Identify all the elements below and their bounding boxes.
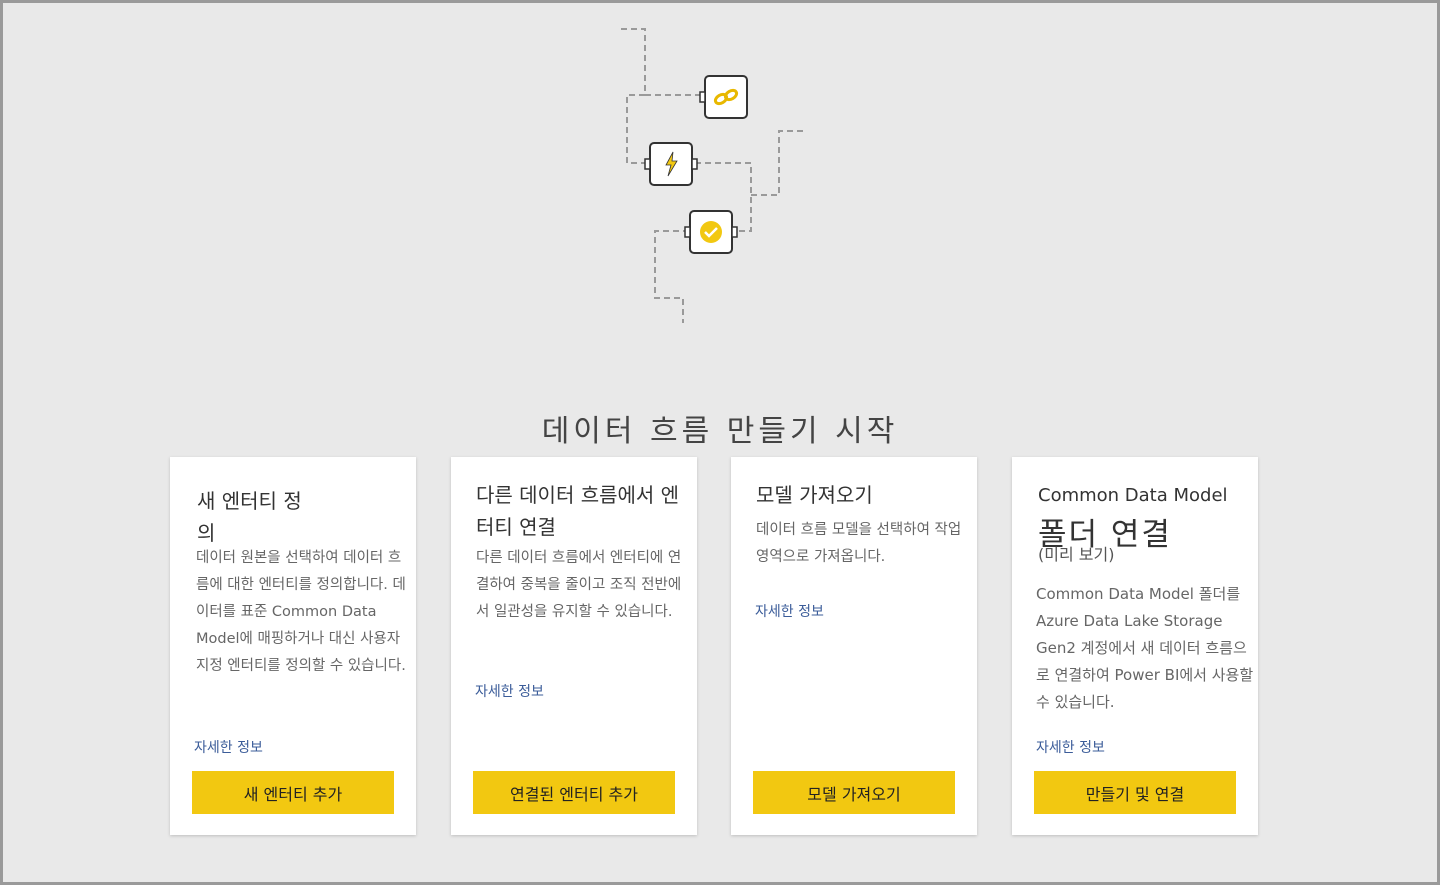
- card-description: Common Data Model 폴더를 Azure Data Lake St…: [1036, 585, 1254, 711]
- card-title: 다른 데이터 흐름에서 엔터티 연결: [476, 483, 680, 539]
- card-description: 데이터 원본을 선택하여 데이터 흐름에 대한 엔터티를 정의합니다. 데이터를…: [196, 550, 406, 674]
- dataflow-illustration: [621, 28, 803, 323]
- learn-more-link[interactable]: 자세한 정보: [194, 737, 263, 757]
- learn-more-link[interactable]: 자세한 정보: [1036, 737, 1105, 757]
- card-title-preview: (미리 보기): [1038, 545, 1115, 564]
- dataflow-start-page: { "page": { "title": "데이터 흐름 만들기 시작" }, …: [0, 0, 1440, 885]
- page-title: 데이터 흐름 만들기 시작: [541, 414, 899, 450]
- check-badge-icon: [700, 221, 722, 243]
- card-title-line1: Common Data Model: [1038, 485, 1228, 506]
- card-import-model: 모델 가져오기 데이터 흐름 모델을 선택하여 작업 영역으로 가져옵니다. 자…: [731, 457, 977, 835]
- card-description: 다른 데이터 흐름에서 엔터티에 연결하여 중복을 줄이고 조직 전반에서 일관…: [476, 550, 682, 620]
- create-and-attach-button[interactable]: 만들기 및 연결: [1034, 771, 1236, 814]
- card-linked-entity: 다른 데이터 흐름에서 엔터티 연결 다른 데이터 흐름에서 엔터티에 연결하여…: [451, 457, 697, 835]
- check-node: [684, 210, 738, 254]
- learn-more-link[interactable]: 자세한 정보: [475, 681, 544, 701]
- card-new-entity: 새 엔터티 정의 데이터 원본을 선택하여 데이터 흐름에 대한 엔터티를 정의…: [170, 457, 416, 835]
- card-attach-cdm-folder: Common Data Model 폴더 연결 (미리 보기) Common D…: [1012, 457, 1258, 835]
- lightning-node: [644, 142, 698, 186]
- add-new-entity-button[interactable]: 새 엔터티 추가: [192, 771, 394, 814]
- link-node: [699, 75, 748, 119]
- import-model-button[interactable]: 모델 가져오기: [753, 771, 955, 814]
- learn-more-link[interactable]: 자세한 정보: [755, 601, 824, 621]
- add-linked-entity-button[interactable]: 연결된 엔터티 추가: [473, 771, 675, 814]
- card-title: 새 엔터티 정의: [197, 489, 302, 545]
- card-description: 데이터 흐름 모델을 선택하여 작업 영역으로 가져옵니다.: [756, 522, 962, 565]
- card-title: 모델 가져오기: [756, 483, 873, 507]
